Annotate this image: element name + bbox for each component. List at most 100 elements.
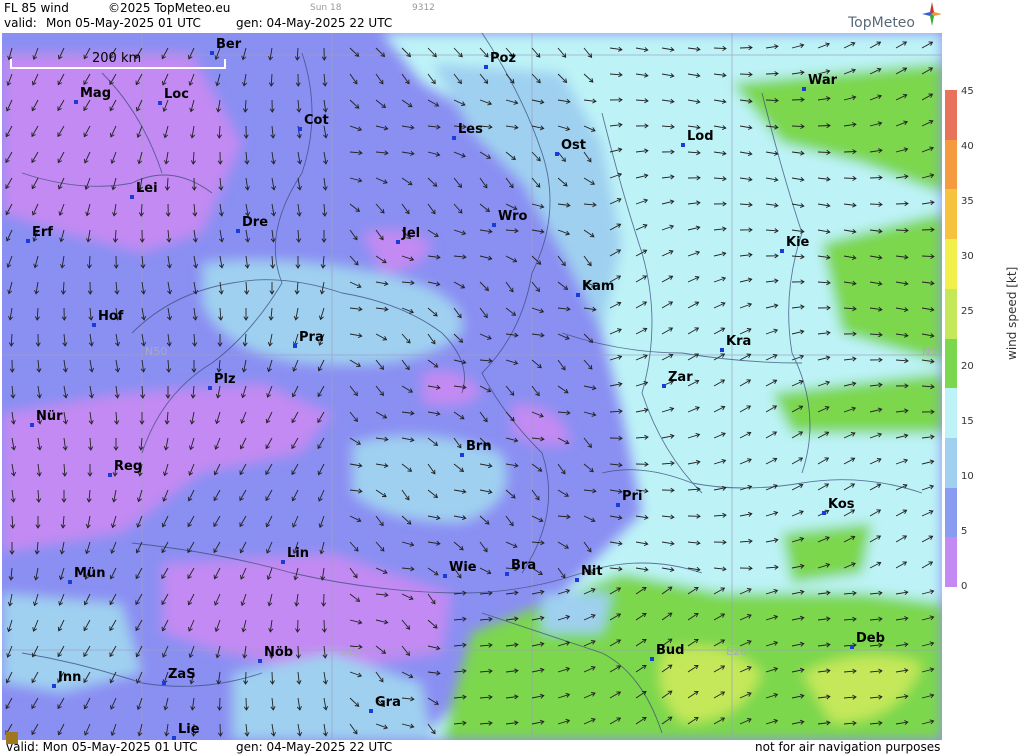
city-label-deb: Deb: [856, 631, 885, 646]
legend-swatch: [945, 139, 957, 190]
legend-swatch: [945, 487, 957, 538]
city-marker-poz: [484, 65, 488, 69]
generated-time: gen: 04-May-2025 22 UTC: [236, 16, 393, 30]
copyright: ©2025 TopMeteo.eu: [108, 1, 231, 15]
footer-disclaimer: not for air navigation purposes: [755, 740, 941, 754]
grid-label-e20: E20: [726, 645, 747, 658]
grid-label-n5: N5: [922, 345, 938, 358]
city-label-gra: Gra: [375, 695, 401, 710]
city-label-zas: ZaS: [168, 667, 196, 682]
city-label-bud: Bud: [656, 643, 685, 658]
city-label-pri: Pri: [622, 489, 643, 504]
city-marker-deb: [850, 645, 854, 649]
city-label-kam: Kam: [582, 279, 615, 294]
legend-title: wind speed [kt]: [1005, 266, 1019, 360]
legend-tick-label: 5: [961, 526, 968, 537]
city-marker-nür: [30, 423, 34, 427]
product-title: FL 85 wind: [4, 1, 69, 15]
city-label-zar: Zar: [668, 370, 693, 385]
city-marker-gra: [369, 709, 373, 713]
city-label-erf: Erf: [32, 225, 53, 240]
city-marker-jel: [396, 240, 400, 244]
city-marker-kie: [780, 249, 784, 253]
city-label-mag: Mag: [80, 86, 112, 101]
legend-color-bar: [945, 90, 957, 588]
code-info: 9312: [412, 3, 435, 13]
legend-swatch: [945, 90, 957, 140]
valid-label: valid:: [4, 16, 37, 30]
city-marker-bud: [650, 657, 654, 661]
city-label-nit: Nit: [581, 564, 603, 579]
city-marker-kam: [576, 293, 580, 297]
valid-time: Mon 05-May-2025 01 UTC: [46, 16, 201, 30]
city-marker-lin: [281, 560, 285, 564]
city-marker-loc: [158, 101, 162, 105]
city-marker-bra: [505, 572, 509, 576]
corner-marker: [6, 732, 18, 744]
compass-logo-icon: [922, 2, 942, 26]
footer-bar: valid: Mon 05-May-2025 01 UTC gen: 04-Ma…: [0, 740, 945, 754]
city-marker-dre: [236, 229, 240, 233]
city-label-cot: Cot: [304, 113, 329, 128]
city-marker-wro: [492, 223, 496, 227]
legend-tick-label: 25: [961, 306, 974, 317]
city-marker-mag: [74, 100, 78, 104]
city-marker-nit: [575, 578, 579, 582]
legend-swatch: [945, 388, 957, 439]
city-marker-brn: [460, 453, 464, 457]
city-label-wro: Wro: [498, 209, 528, 224]
city-label-inn: Inn: [58, 670, 82, 685]
city-marker-ber: [210, 51, 214, 55]
city-label-kie: Kie: [786, 235, 810, 250]
city-label-brn: Brn: [466, 439, 492, 454]
sun-info: Sun 18: [310, 3, 342, 13]
city-label-lin: Lin: [287, 546, 309, 561]
city-marker-hof: [92, 323, 96, 327]
legend-tick-label: 35: [961, 196, 974, 207]
city-marker-ost: [555, 152, 559, 156]
footer-generated: gen: 04-May-2025 22 UTC: [236, 740, 393, 754]
city-label-ost: Ost: [561, 138, 587, 153]
city-label-ber: Ber: [216, 37, 242, 52]
grid-label-n50: N50: [145, 345, 168, 358]
legend-tick-label: 10: [961, 471, 974, 482]
city-marker-les: [452, 136, 456, 140]
legend-tick-label: 30: [961, 251, 974, 262]
legend-swatch: [945, 189, 957, 240]
city-marker-lod: [681, 143, 685, 147]
city-label-lod: Lod: [687, 129, 714, 144]
city-label-nür: Nür: [36, 409, 63, 424]
city-marker-war: [802, 87, 806, 91]
grid-label-e15: E15: [340, 645, 361, 658]
city-label-mün: Mün: [74, 566, 106, 581]
header-bar: FL 85 wind ©2025 TopMeteo.eu valid: Mon …: [0, 0, 945, 33]
wind-map[interactable]: 200 km N50 N5 E15 E20 Ber Poz War Mag Loc Cot…: [2, 33, 942, 740]
city-label-jel: Jel: [402, 226, 421, 241]
city-label-reg: Reg: [114, 459, 143, 474]
city-label-kra: Kra: [726, 334, 752, 349]
city-label-war: War: [808, 73, 838, 88]
city-marker-cot: [298, 127, 302, 131]
scale-label: 200 km: [92, 51, 142, 66]
legend-swatch: [945, 288, 957, 339]
city-marker-wie: [443, 574, 447, 578]
city-marker-nöb: [258, 659, 262, 663]
legend-tick-label: 40: [961, 141, 974, 152]
city-label-wie: Wie: [449, 560, 477, 575]
city-label-lie: Lie: [178, 722, 200, 737]
legend-swatch: [945, 338, 957, 389]
legend-tick-label: 0: [961, 581, 968, 592]
city-label-lei: Lei: [136, 181, 158, 196]
city-marker-erf: [26, 239, 30, 243]
city-marker-zas: [162, 681, 166, 685]
city-label-les: Les: [458, 122, 483, 137]
city-label-loc: Loc: [164, 87, 189, 102]
city-marker-kra: [720, 348, 724, 352]
city-label-kos: Kos: [828, 497, 855, 512]
legend-swatch: [945, 537, 957, 588]
legend-tick-label: 45: [961, 86, 974, 97]
city-marker-pri: [616, 503, 620, 507]
city-marker-kos: [822, 511, 826, 515]
city-label-pra: Pra: [299, 330, 324, 345]
city-label-plz: Plz: [214, 372, 236, 387]
